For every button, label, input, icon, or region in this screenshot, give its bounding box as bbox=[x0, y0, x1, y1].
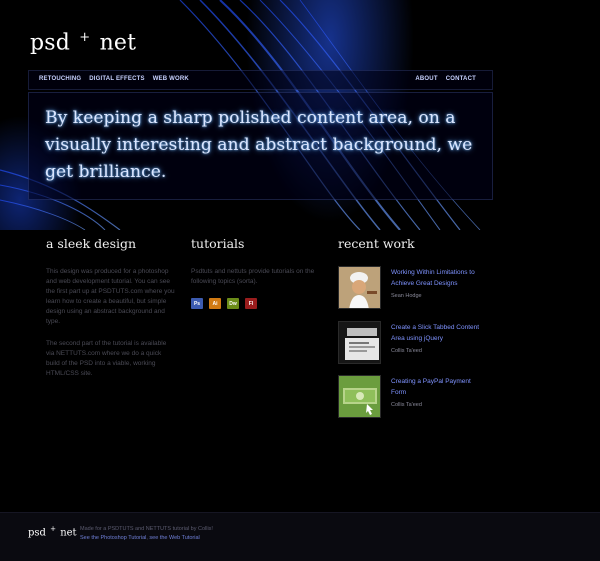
logo-left: psd bbox=[30, 30, 71, 56]
recent-work-title-1[interactable]: Working Within Limitations to Achieve Gr… bbox=[391, 267, 481, 302]
photoshop-icon-label: Ps bbox=[193, 300, 201, 307]
column-recent-work: recent work Working Within Limitations t… bbox=[338, 236, 498, 430]
recent-work-item[interactable]: Create a Slick Tabbed Content Area using… bbox=[338, 320, 498, 365]
nav-link-retouching[interactable]: RETOUCHING bbox=[39, 76, 81, 82]
hero-panel: By keeping a sharp polished content area… bbox=[28, 92, 493, 200]
footer-credit: Made for a PSDTUTS and NETTUTS tutorial … bbox=[80, 526, 213, 532]
footer-logo-left: psd bbox=[28, 527, 46, 539]
chef-thumbnail[interactable] bbox=[338, 266, 381, 309]
main-navigation: RETOUCHING DIGITAL EFFECTS WEB WORK ABOU… bbox=[28, 70, 493, 90]
hero-text: By keeping a sharp polished content area… bbox=[45, 108, 473, 182]
footer-text: Made for a PSDTUTS and NETTUTS tutorial … bbox=[80, 525, 213, 543]
recent-work-author-3: Collis Ta'eed bbox=[391, 402, 422, 408]
column-tutorials: tutorials Psdtuts and nettuts provide tu… bbox=[191, 236, 321, 309]
paypal-thumbnail[interactable] bbox=[338, 375, 381, 418]
sleek-design-paragraph-2: The second part of the tutorial is avail… bbox=[46, 340, 167, 377]
site-footer: psd + net Made for a PSDTUTS and NETTUTS… bbox=[0, 512, 600, 561]
flash-icon-label: Fl bbox=[248, 300, 254, 307]
recent-work-title-3[interactable]: Creating a PayPal Payment Form Collis Ta… bbox=[391, 376, 481, 411]
nav-left-group: RETOUCHING DIGITAL EFFECTS WEB WORK bbox=[39, 76, 189, 82]
photoshop-icon[interactable]: Ps bbox=[191, 298, 203, 309]
tutorials-paragraph: Psdtuts and nettuts provide tutorials on… bbox=[191, 268, 315, 285]
dreamweaver-icon-label: Dw bbox=[229, 300, 237, 307]
illustrator-icon-label: Ai bbox=[212, 300, 218, 307]
nav-right-group: ABOUT CONTACT bbox=[415, 76, 476, 82]
nav-link-web-work[interactable]: WEB WORK bbox=[153, 76, 189, 82]
flash-icon[interactable]: Fl bbox=[245, 298, 257, 309]
column-sleek-design: a sleek design This design was produced … bbox=[46, 236, 176, 379]
nav-link-contact[interactable]: CONTACT bbox=[446, 76, 476, 82]
sleek-design-title: a sleek design bbox=[46, 236, 137, 251]
footer-logo[interactable]: psd + net bbox=[28, 525, 77, 538]
recent-work-author-1: Sean Hodge bbox=[391, 293, 422, 299]
recent-work-item[interactable]: Working Within Limitations to Achieve Gr… bbox=[338, 266, 498, 310]
illustrator-icon[interactable]: Ai bbox=[209, 298, 221, 309]
recent-work-link-3[interactable]: Creating a PayPal Payment Form bbox=[391, 378, 471, 396]
logo-right: net bbox=[99, 30, 137, 56]
tutorial-topic-icons: Ps Ai Dw Fl bbox=[191, 298, 321, 309]
dreamweaver-icon[interactable]: Dw bbox=[227, 298, 239, 309]
footer-link-photoshop-tutorial[interactable]: See the Photoshop Tutorial bbox=[80, 535, 146, 541]
tutorials-title: tutorials bbox=[191, 236, 245, 251]
recent-work-link-1[interactable]: Working Within Limitations to Achieve Gr… bbox=[391, 269, 475, 287]
nav-link-about[interactable]: ABOUT bbox=[415, 76, 437, 82]
recent-work-list: Working Within Limitations to Achieve Gr… bbox=[338, 266, 498, 419]
footer-links: See the Photoshop Tutorial, see the Web … bbox=[80, 534, 213, 543]
footer-logo-right: net bbox=[60, 527, 77, 539]
recent-work-title-2[interactable]: Create a Slick Tabbed Content Area using… bbox=[391, 322, 481, 357]
recent-work-title: recent work bbox=[338, 236, 415, 251]
site-logo[interactable]: psd + net bbox=[30, 30, 136, 55]
nav-link-digital-effects[interactable]: DIGITAL EFFECTS bbox=[89, 76, 144, 82]
content-area: a sleek design This design was produced … bbox=[28, 220, 573, 460]
footer-link-web-tutorial[interactable]: see the Web Tutorial bbox=[149, 535, 199, 541]
recent-work-author-2: Collis Ta'eed bbox=[391, 347, 422, 354]
recent-work-item[interactable]: Creating a PayPal Payment Form Collis Ta… bbox=[338, 375, 498, 419]
sleek-design-paragraph-1: This design was produced for a photoshop… bbox=[46, 268, 175, 325]
footer-logo-plus: + bbox=[50, 525, 56, 533]
tabbed-content-thumbnail[interactable] bbox=[338, 320, 381, 364]
recent-work-link-2[interactable]: Create a Slick Tabbed Content Area using… bbox=[391, 324, 479, 342]
logo-plus: + bbox=[79, 30, 91, 45]
